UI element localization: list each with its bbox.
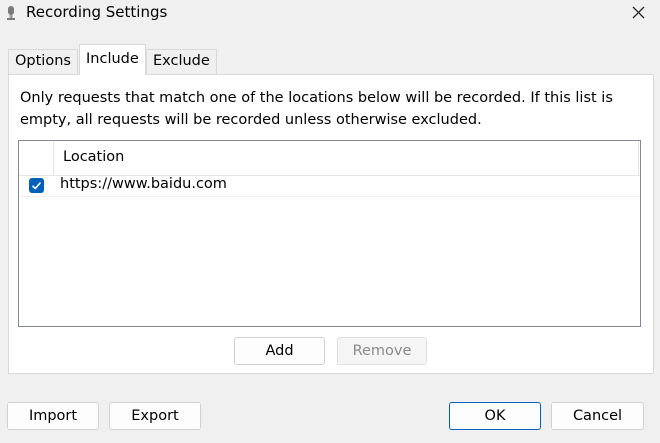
recorder-app-icon [5,5,17,21]
title-bar: Recording Settings [0,0,660,30]
close-icon [632,6,645,23]
import-button[interactable]: Import [7,402,99,430]
column-divider [638,141,639,175]
remove-button[interactable]: Remove [337,337,427,365]
list-item[interactable]: https://www.baidu.com [19,175,640,197]
cancel-button[interactable]: Cancel [551,402,644,430]
location-list[interactable]: Location https://www.baidu.com [18,140,641,327]
checkmark-icon [31,181,42,190]
window-title: Recording Settings [26,3,168,21]
close-button[interactable] [616,0,660,28]
ok-button[interactable]: OK [449,402,541,430]
row-checkbox[interactable] [29,178,44,193]
add-button[interactable]: Add [234,337,325,365]
list-header: Location [19,141,640,176]
location-cell: https://www.baidu.com [60,176,227,192]
tab-exclude[interactable]: Exclude [146,49,217,74]
include-tab-panel: Only requests that match one of the loca… [8,74,654,374]
include-description: Only requests that match one of the loca… [20,90,613,128]
tab-options[interactable]: Options [8,49,78,74]
tab-include[interactable]: Include [79,44,146,75]
check-column-header[interactable] [19,141,54,175]
location-column-header[interactable]: Location [63,149,124,165]
export-button[interactable]: Export [109,402,201,430]
